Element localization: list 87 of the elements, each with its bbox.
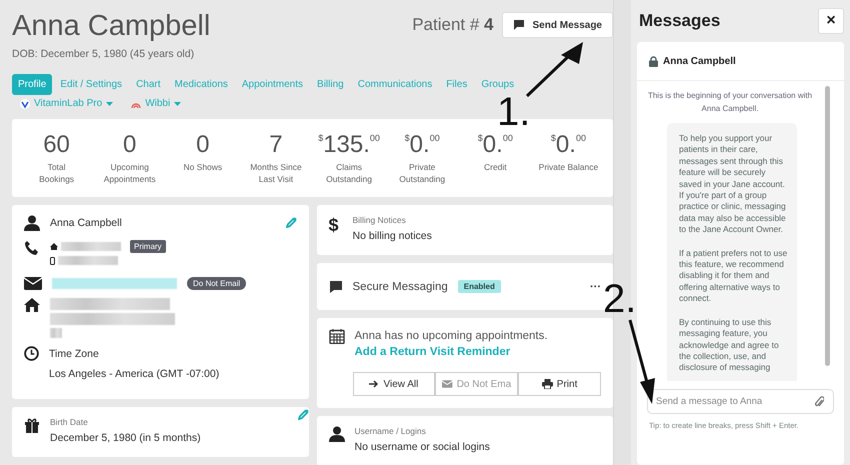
tab[interactable]: Appointments	[236, 74, 310, 95]
person-icon	[328, 426, 344, 442]
tab[interactable]: Groups	[475, 74, 520, 95]
calendar-icon	[328, 328, 344, 344]
billing-notices-label: Billing Notices	[352, 215, 407, 225]
stat-label: Private Outstanding	[398, 161, 446, 185]
add-reminder-link[interactable]: Add a Return Visit Reminder	[354, 346, 510, 358]
message-paragraph: By continuing to use this messaging feature, you acknowledge and agree to the collection, use, and disclosure of messaging	[679, 316, 780, 374]
mobile-icon	[50, 256, 55, 264]
tab[interactable]: Profile	[12, 74, 52, 95]
stat-value: $^{$}$0.$^{00}$	[550, 131, 587, 159]
logins-value: No username or social logins	[354, 440, 490, 455]
logins-label: Username / Logins	[354, 426, 427, 436]
tab[interactable]: Communications	[352, 74, 438, 95]
send-message-button[interactable]: Send Message	[502, 12, 613, 38]
redacted-text	[50, 328, 62, 338]
message-input[interactable]: Send a message to Anna	[647, 389, 834, 414]
time-zone-value: Los Angeles - America (GMT -07:00)	[49, 367, 220, 382]
caret-icon	[174, 102, 182, 106]
stat-label: Claims Outstanding	[325, 161, 373, 185]
edit-icon[interactable]	[286, 217, 296, 228]
person-icon	[24, 215, 40, 231]
dollar-icon: $	[328, 215, 342, 236]
birth-date-label: Birth Date	[50, 417, 89, 427]
contact-name: Anna Campbell	[50, 216, 122, 231]
conversation-contact: Anna Campbell	[663, 56, 736, 66]
birth-date-value: December 5, 1980 (in 5 months)	[50, 431, 201, 446]
enabled-badge: Enabled	[458, 280, 501, 293]
printer-icon	[542, 379, 553, 389]
envelope-icon	[24, 277, 42, 290]
message-paragraph: To help you support your patients in their care, messages sent through this feature will be securely saved in your Jane account. If you're part of a group practice or clinic, messaging data may also be accessible to the Jane Account Owner.	[679, 133, 787, 236]
caret-icon	[106, 102, 114, 106]
primary-badge: Primary	[130, 240, 166, 253]
time-zone-label: Time Zone	[49, 347, 100, 362]
stat-value: 60	[42, 131, 71, 159]
stat-label: Months Since Last Visit	[249, 161, 303, 185]
home-icon	[50, 243, 58, 250]
date-of-birth: DOB: December 5, 1980 (45 years old)	[12, 48, 196, 60]
stat-value: $^{$}$135.$^{00}$	[317, 131, 381, 159]
tab[interactable]: Medications	[168, 74, 234, 95]
stat-label: Credit	[482, 161, 508, 173]
scrollbar[interactable]	[825, 86, 830, 366]
logo-icon	[20, 98, 30, 108]
appointment-action-button[interactable]: View All	[352, 372, 436, 396]
annotation-arrow	[525, 40, 585, 98]
stat-label: Total Bookings	[38, 161, 76, 185]
paperclip-icon[interactable]	[815, 396, 824, 408]
tab[interactable]: Billing	[311, 74, 350, 95]
stat-value: 0	[122, 131, 138, 159]
billing-notices-value: No billing notices	[352, 229, 432, 244]
stat-value: 0	[195, 131, 210, 159]
redacted-text	[61, 242, 121, 251]
stat-label: Private Balance	[538, 161, 600, 173]
appointments-message: Anna has no upcoming appointments. Add a Return Visit Reminder	[354, 329, 549, 360]
stat-value: $^{$}$0.$^{00}$	[476, 131, 514, 159]
lock-icon	[649, 56, 658, 66]
envelope-icon	[442, 380, 453, 388]
message-paragraph: If a patient prefers not to use this feature, we recommend disabling it for them and offering alternative ways to connect.	[679, 248, 788, 305]
secure-messaging-title: Secure Messaging	[352, 280, 448, 292]
messages-title: Messages	[639, 11, 720, 31]
tab[interactable]: Files	[440, 74, 474, 95]
patient-number: Patient # 4	[412, 15, 494, 35]
gift-icon	[24, 417, 40, 433]
stat-value: $^{$}$0.$^{00}$	[404, 131, 441, 159]
phone-icon	[24, 240, 40, 256]
annotation-number: 2.	[603, 279, 636, 319]
annotation-number: 1.	[497, 92, 530, 132]
integration-dropdown[interactable]: Wibbi	[131, 98, 182, 109]
tab[interactable]: Chart	[130, 74, 167, 95]
clock-icon	[24, 346, 39, 361]
house-icon	[24, 298, 40, 312]
tab[interactable]: Edit / Settings	[54, 74, 128, 95]
close-button[interactable]: ×	[818, 8, 844, 34]
edit-icon[interactable]	[298, 409, 308, 420]
stat-value: 7	[268, 131, 284, 159]
stat-label: No Shows	[182, 161, 224, 173]
arrow-icon	[369, 380, 380, 388]
patient-name: Anna Campbell	[12, 10, 210, 42]
redacted-text	[58, 256, 118, 265]
integration-dropdown[interactable]: VitaminLab Pro	[20, 98, 114, 109]
appointment-action-button[interactable]: Print	[518, 372, 601, 396]
do-not-email-badge: Do Not Email	[187, 277, 246, 290]
more-button[interactable]: ···	[590, 280, 601, 292]
speech-bubble-icon	[512, 19, 525, 31]
speech-bubble-icon	[328, 280, 342, 294]
stat-label: Upcoming Appointments	[102, 161, 157, 185]
conversation-intro: This is the beginning of your conversation with Anna Campbell.	[646, 90, 814, 115]
